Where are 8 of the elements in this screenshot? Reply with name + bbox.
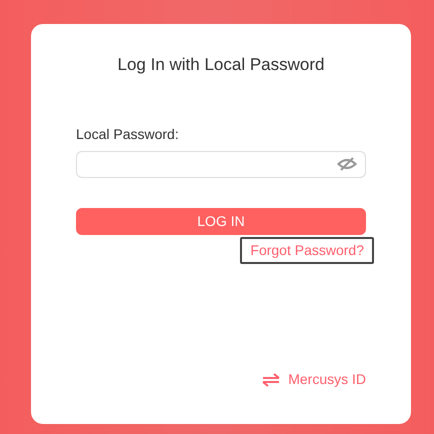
password-field[interactable] bbox=[76, 150, 366, 178]
field-label: Local Password: bbox=[76, 124, 179, 144]
forgot-password-link[interactable]: Forgot Password? bbox=[240, 236, 374, 264]
dialog-title: Log In with Local Password bbox=[118, 54, 324, 76]
mercusys-id-link[interactable]: Mercusys ID bbox=[288, 369, 366, 390]
eye-hidden-icon[interactable] bbox=[337, 157, 357, 171]
login-button[interactable]: LOG IN bbox=[76, 208, 366, 234]
swap-arrows-icon bbox=[262, 372, 280, 386]
